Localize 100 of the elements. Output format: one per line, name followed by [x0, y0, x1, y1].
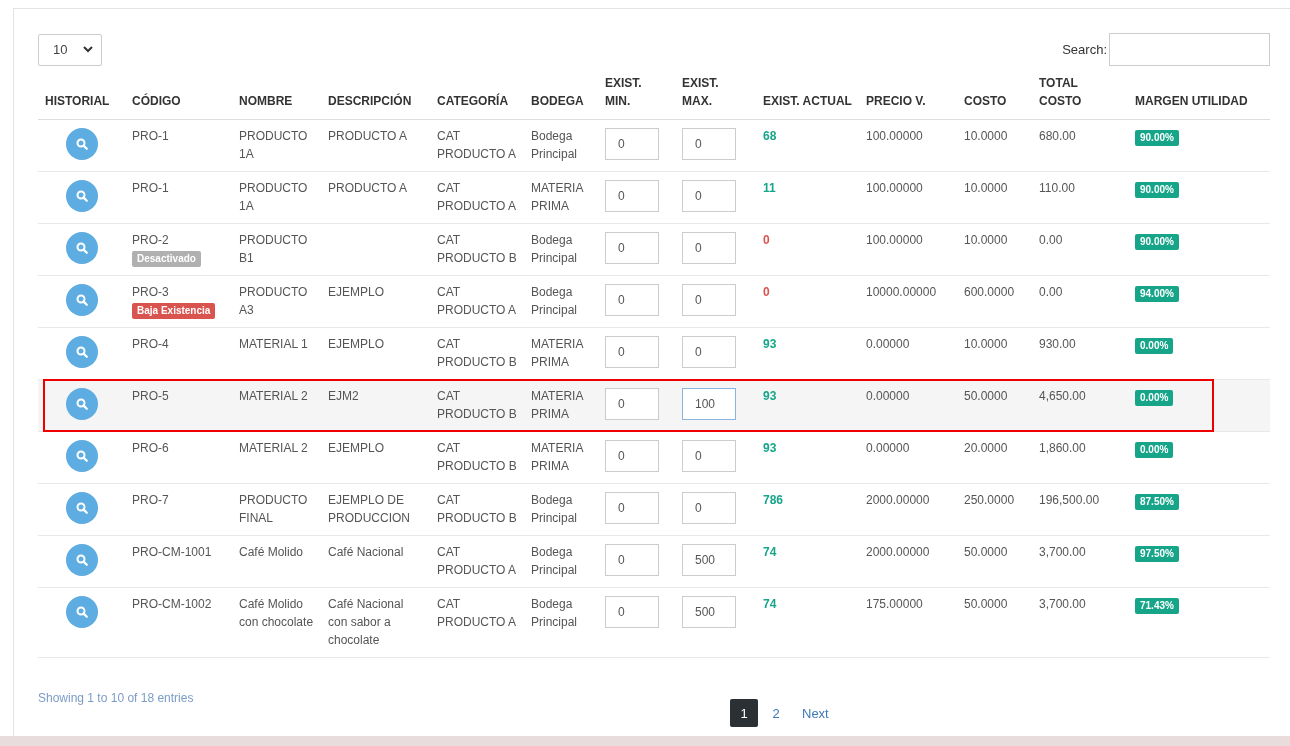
product-description: EJEMPLO: [328, 441, 384, 455]
total-cost: 680.00: [1039, 129, 1076, 143]
margin-badge: 94.00%: [1135, 286, 1179, 302]
cost-text: 50.0000: [964, 389, 1008, 403]
history-button[interactable]: [65, 232, 98, 264]
search-field[interactable]: [1109, 33, 1270, 66]
sale-price: 10000.00000: [866, 285, 937, 299]
product-description: PRODUCTO A: [328, 181, 408, 195]
product-description: EJEMPLO: [328, 285, 384, 299]
cost-text: 10.0000: [964, 233, 1008, 247]
margin-badge: 0.00%: [1135, 442, 1174, 458]
max-stock-field[interactable]: 500: [682, 596, 736, 628]
category-text: CAT PRODUCTO B: [437, 493, 517, 525]
product-name: MATERIAL 2: [239, 441, 308, 455]
min-stock-field[interactable]: 0: [605, 128, 659, 160]
total-cost: 196,500.00: [1039, 493, 1100, 507]
max-stock-field[interactable]: 0: [682, 232, 736, 264]
cost-text: 10.0000: [964, 181, 1008, 195]
page-length-select[interactable]: 10: [38, 33, 102, 66]
search-icon: [75, 502, 88, 514]
history-button[interactable]: [65, 284, 98, 316]
column-header: MARGEN UTILIDAD: [1135, 94, 1248, 108]
max-stock-field[interactable]: 0: [682, 492, 736, 524]
category-text: CAT PRODUCTO A: [437, 285, 517, 317]
min-stock-field[interactable]: 0: [605, 596, 659, 628]
warehouse-text: MATERIA PRIMA: [531, 337, 583, 369]
category-text: CAT PRODUCTO A: [437, 181, 517, 213]
column-header: BODEGA: [531, 94, 584, 108]
product-code: PRO-2: [132, 233, 169, 247]
current-stock: 786: [763, 493, 784, 507]
product-name: PRODUCTO FINAL: [239, 493, 308, 525]
column-header: NOMBRE: [239, 94, 293, 108]
column-header: PRECIO V.: [866, 94, 926, 108]
search-icon: [75, 294, 88, 306]
min-stock-field[interactable]: 0: [605, 336, 659, 368]
product-name: Café Molido con chocolate: [239, 597, 314, 629]
max-stock-field[interactable]: 0: [682, 284, 736, 316]
product-name: MATERIAL 1: [239, 337, 308, 351]
product-code: PRO-7: [132, 493, 169, 507]
total-cost: 110.00: [1039, 181, 1075, 195]
status-badge: Desactivado: [132, 251, 201, 267]
history-button[interactable]: [65, 180, 98, 212]
min-stock-field[interactable]: 0: [605, 440, 659, 472]
search-icon: [75, 138, 88, 150]
min-stock-field[interactable]: 0: [605, 388, 659, 420]
cost-text: 600.0000: [964, 285, 1015, 299]
product-name: PRODUCTO A3: [239, 285, 308, 317]
sale-price: 2000.00000: [866, 493, 930, 507]
total-cost: 0.00: [1039, 285, 1063, 299]
history-button[interactable]: [65, 128, 98, 160]
margin-badge: 97.50%: [1135, 546, 1179, 562]
current-stock: 68: [763, 129, 777, 143]
margin-badge: 90.00%: [1135, 234, 1179, 250]
max-stock-field[interactable]: 0: [682, 336, 736, 368]
product-code: PRO-5: [132, 389, 169, 403]
history-button[interactable]: [65, 336, 98, 368]
column-header: EXIST. MAX.: [682, 76, 719, 108]
max-stock-field[interactable]: 100: [682, 388, 736, 420]
total-cost: 3,700.00: [1039, 545, 1086, 559]
cost-text: 10.0000: [964, 337, 1008, 351]
category-text: CAT PRODUCTO A: [437, 129, 517, 161]
warehouse-text: Bodega Principal: [531, 129, 578, 161]
max-stock-field[interactable]: 0: [682, 180, 736, 212]
min-stock-field[interactable]: 0: [605, 544, 659, 576]
product-description: Café Nacional: [328, 545, 404, 559]
history-button[interactable]: [65, 388, 98, 420]
min-stock-field[interactable]: 0: [605, 232, 659, 264]
product-code: PRO-1: [132, 129, 169, 143]
history-button[interactable]: [65, 440, 98, 472]
margin-badge: 0.00%: [1135, 390, 1174, 406]
history-button[interactable]: [65, 544, 98, 576]
history-button[interactable]: [65, 596, 98, 628]
category-text: CAT PRODUCTO A: [437, 545, 517, 577]
cost-text: 10.0000: [964, 129, 1008, 143]
min-stock-field[interactable]: 0: [605, 180, 659, 212]
sale-price: 0.00000: [866, 389, 910, 403]
current-stock: 74: [763, 545, 777, 559]
history-button[interactable]: [65, 492, 98, 524]
max-stock-field[interactable]: 0: [682, 440, 736, 472]
max-stock-field[interactable]: 0: [682, 128, 736, 160]
product-description: EJEMPLO: [328, 337, 384, 351]
product-name: PRODUCTO B1: [239, 233, 308, 265]
page-link[interactable]: Next: [794, 699, 837, 727]
column-header: DESCRIPCIÓN: [328, 94, 412, 108]
product-name: PRODUCTO 1A: [239, 129, 308, 161]
min-stock-field[interactable]: 0: [605, 492, 659, 524]
current-stock: 93: [763, 441, 777, 455]
margin-badge: 90.00%: [1135, 130, 1179, 146]
min-stock-field[interactable]: 0: [605, 284, 659, 316]
sale-price: 100.00000: [866, 129, 923, 143]
search-icon: [75, 450, 88, 462]
column-header: COSTO: [964, 94, 1007, 108]
page-link[interactable]: 2: [762, 699, 790, 727]
max-stock-field[interactable]: 500: [682, 544, 736, 576]
category-text: CAT PRODUCTO B: [437, 337, 517, 369]
current-stock: 0: [763, 233, 770, 247]
product-code: PRO-CM-1002: [132, 597, 212, 611]
warehouse-text: Bodega Principal: [531, 545, 578, 577]
page-link[interactable]: 1: [730, 699, 758, 727]
category-text: CAT PRODUCTO B: [437, 441, 517, 473]
